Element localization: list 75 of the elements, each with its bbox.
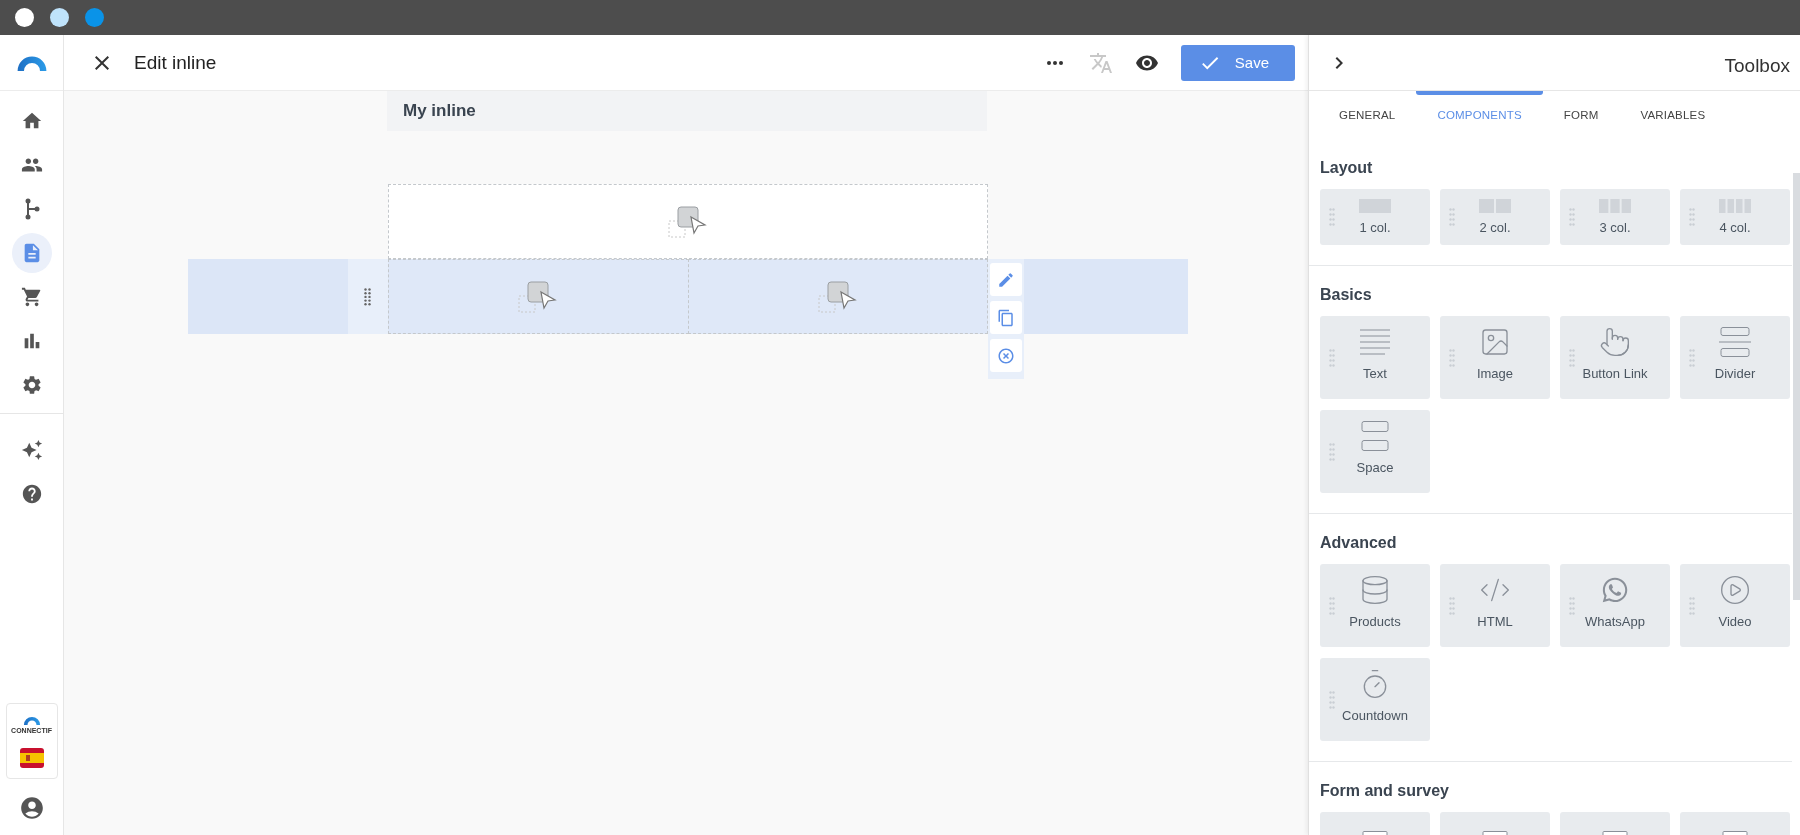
window-dot-icon[interactable] bbox=[50, 8, 69, 27]
drag-handle-icon bbox=[1689, 208, 1695, 226]
columns-icon bbox=[1719, 199, 1751, 213]
logo-icon bbox=[22, 716, 41, 725]
component-tile[interactable]: 3 col. bbox=[1560, 189, 1670, 245]
component-tile[interactable]: Video bbox=[1680, 564, 1790, 647]
drag-handle-icon bbox=[1689, 348, 1695, 367]
component-tile[interactable]: Divider bbox=[1680, 316, 1790, 399]
component-tile[interactable]: Products bbox=[1320, 564, 1430, 647]
drag-handle-icon bbox=[1449, 596, 1455, 615]
edit-button[interactable] bbox=[990, 263, 1022, 296]
columns-icon bbox=[1359, 199, 1391, 213]
drag-handle-icon bbox=[1329, 690, 1335, 709]
play-icon bbox=[1719, 574, 1751, 606]
component-tile[interactable]: Countdown bbox=[1320, 658, 1430, 741]
drag-handle-icon bbox=[1449, 208, 1455, 226]
drop-placeholder-icon bbox=[667, 204, 709, 239]
copy-icon bbox=[997, 308, 1015, 327]
tab[interactable]: VARIABLES bbox=[1619, 91, 1727, 139]
component-tile[interactable]: WhatsApp bbox=[1560, 564, 1670, 647]
tab[interactable]: COMPONENTS bbox=[1416, 91, 1543, 139]
drag-handle-icon bbox=[1569, 208, 1575, 226]
window-dot-icon[interactable] bbox=[85, 8, 104, 27]
delete-button[interactable] bbox=[990, 339, 1022, 372]
component-tile[interactable]: Text bbox=[1320, 316, 1430, 399]
drag-handle-icon bbox=[364, 287, 372, 306]
drag-handle-icon bbox=[1569, 348, 1575, 367]
translate-icon bbox=[1088, 50, 1113, 75]
component-tile[interactable]: 4 col. bbox=[1680, 189, 1790, 245]
component-tile[interactable]: 1 col. bbox=[1320, 189, 1430, 245]
columns-icon bbox=[1479, 199, 1511, 213]
image-icon bbox=[1479, 326, 1511, 358]
component-tile[interactable]: Button Link bbox=[1560, 316, 1670, 399]
component-tile[interactable]: HTML bbox=[1440, 564, 1550, 647]
section-title: Basics bbox=[1320, 286, 1373, 305]
pencil-icon bbox=[997, 270, 1015, 289]
text-lines-icon bbox=[1359, 328, 1391, 356]
drag-handle-icon bbox=[1329, 596, 1335, 615]
section-title: Layout bbox=[1320, 159, 1374, 178]
divider-icon bbox=[1719, 326, 1751, 358]
phone-chat-bubble-icon bbox=[1601, 576, 1629, 604]
component-tile[interactable]: Image bbox=[1440, 316, 1550, 399]
drag-handle-icon bbox=[1449, 348, 1455, 367]
logo-icon bbox=[15, 54, 48, 71]
space-icon bbox=[1359, 420, 1391, 452]
drag-handle-icon bbox=[1329, 348, 1335, 367]
tab[interactable]: GENERAL bbox=[1318, 91, 1417, 139]
avatar-icon[interactable] bbox=[18, 795, 45, 821]
remove-icon bbox=[997, 346, 1015, 365]
nav-item[interactable] bbox=[11, 233, 52, 273]
duplicate-button[interactable] bbox=[990, 301, 1022, 334]
sparkles-icon bbox=[20, 439, 43, 461]
drag-handle-icon bbox=[1329, 208, 1335, 226]
content-title: My inline bbox=[387, 91, 987, 131]
help-icon bbox=[20, 483, 43, 505]
window-dot-icon[interactable] bbox=[15, 8, 34, 27]
more-icon bbox=[1046, 60, 1063, 65]
drag-handle-icon bbox=[1689, 596, 1695, 615]
columns-icon bbox=[1599, 199, 1631, 213]
component-tile[interactable]: 2 col. bbox=[1440, 189, 1550, 245]
tab[interactable]: FORM bbox=[1542, 91, 1620, 139]
drop-placeholder-icon bbox=[816, 279, 859, 314]
section-title: Advanced bbox=[1320, 534, 1398, 553]
section-title: Form and survey bbox=[1320, 782, 1450, 801]
database-icon bbox=[1359, 574, 1391, 606]
component-tile[interactable]: Space bbox=[1320, 410, 1430, 493]
scrollbar[interactable] bbox=[1793, 173, 1800, 600]
drag-handle-icon bbox=[1569, 596, 1575, 615]
flag-icon bbox=[19, 748, 44, 768]
pointer-icon bbox=[1599, 326, 1631, 358]
drag-handle-icon bbox=[1329, 442, 1335, 461]
settings-icon bbox=[20, 374, 43, 396]
cart-icon bbox=[20, 286, 43, 308]
panel-title: Toolbox bbox=[1724, 55, 1790, 77]
page-title: Edit inline bbox=[134, 51, 218, 74]
